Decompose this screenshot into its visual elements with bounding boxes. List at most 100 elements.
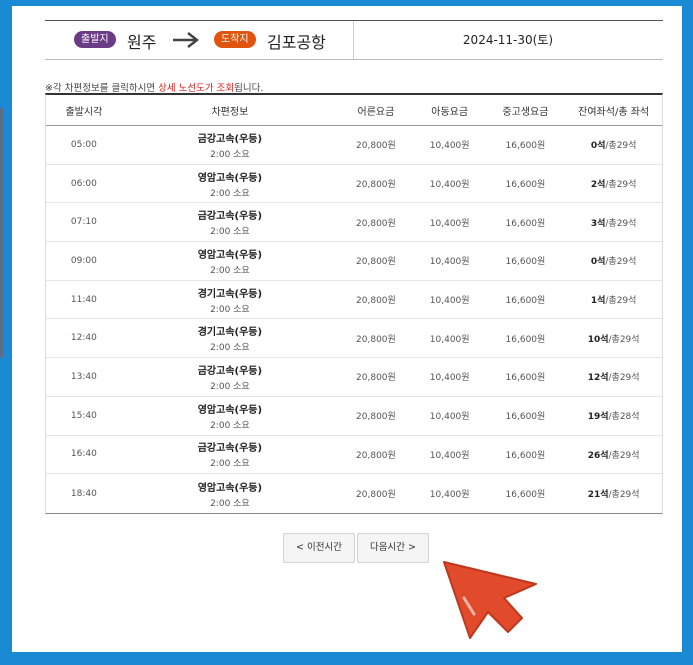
- row-teen-fare: 16,600원: [505, 141, 546, 152]
- row-bus-info[interactable]: 영암고속(우등) 2:00 소요: [122, 401, 338, 431]
- seats-total: /총28석: [608, 412, 640, 423]
- row-adult-fare: 20,800원: [356, 180, 396, 191]
- seats-total: /총29석: [608, 334, 640, 345]
- header-adult-fare: 어른요금: [357, 106, 395, 118]
- row-bus-info[interactable]: 영암고속(우등) 2:00 소요: [122, 246, 338, 276]
- timetable-panel: 출발지 원주 도착지 김포공항 2024-11-30(토) ※각 차편정보를 클…: [12, 6, 682, 652]
- row-child-fare: 10,400원: [429, 218, 470, 229]
- header-bus-info: 차편정보: [211, 106, 249, 118]
- table-row[interactable]: 16:40 금강고속(우등) 2:00 소요 20,800원 10,400원 16…: [46, 436, 662, 475]
- row-bus-info[interactable]: 경기고속(우등) 2:00 소요: [122, 285, 338, 315]
- departure-city: 원주: [127, 33, 157, 52]
- trip-duration: 2:00 소요: [210, 149, 250, 160]
- trip-duration: 2:00 소요: [210, 459, 250, 470]
- seats-left: 0석: [590, 141, 606, 152]
- table-row[interactable]: 12:40 경기고속(우등) 2:00 소요 20,800원 10,400원 16…: [46, 319, 662, 359]
- row-teen-fare: 16,600원: [505, 334, 546, 345]
- row-time: 12:40: [70, 333, 97, 344]
- bus-company: 금강고속(우등): [197, 443, 263, 455]
- row-time: 18:40: [70, 488, 97, 499]
- trip-duration: 2:00 소요: [210, 188, 250, 199]
- row-child-fare: 10,400원: [429, 450, 470, 461]
- bus-company: 영암고속(우등): [197, 172, 263, 184]
- row-time: 16:40: [70, 449, 97, 460]
- row-seats: 19석/총28석: [565, 409, 662, 422]
- row-bus-info[interactable]: 금강고속(우등) 2:00 소요: [122, 362, 338, 392]
- seats-left: 0석: [590, 257, 606, 268]
- seats-left: 19석: [587, 412, 609, 423]
- row-teen-fare: 16,600원: [505, 490, 546, 501]
- row-bus-info[interactable]: 금강고속(우등) 2:00 소요: [122, 130, 338, 160]
- bus-company: 영암고속(우등): [197, 482, 263, 494]
- table-row[interactable]: 15:40 영암고속(우등) 2:00 소요 20,800원 10,400원 16…: [46, 397, 662, 436]
- row-teen-fare: 16,600원: [505, 257, 546, 268]
- row-time: 11:40: [70, 294, 97, 305]
- row-adult-fare: 20,800원: [356, 412, 396, 423]
- row-teen-fare: 16,600원: [505, 218, 546, 229]
- row-bus-info[interactable]: 금강고속(우등) 2:00 소요: [122, 207, 338, 237]
- row-time: 05:00: [70, 139, 97, 150]
- row-adult-fare: 20,800원: [356, 373, 396, 384]
- table-row[interactable]: 07:10 금강고속(우등) 2:00 소요 20,800원 10,400원 16…: [46, 203, 662, 243]
- seats-total: /총29석: [605, 257, 637, 268]
- bus-company: 영암고속(우등): [197, 249, 263, 261]
- row-bus-info[interactable]: 영암고속(우등) 2:00 소요: [122, 169, 338, 199]
- row-seats: 3석/총29석: [565, 216, 662, 229]
- trip-duration: 2:00 소요: [210, 498, 250, 509]
- table-row[interactable]: 05:00 금강고속(우등) 2:00 소요 20,800원 10,400원 16…: [46, 126, 662, 165]
- row-seats: 2석/총29석: [565, 177, 662, 190]
- bus-company: 경기고속(우등): [197, 288, 263, 300]
- row-child-fare: 10,400원: [429, 257, 470, 268]
- table-header: 출발시각 차편정보 어른요금 아동요금 중고생요금 잔여좌석/총 좌석: [46, 95, 662, 126]
- row-seats: 10석/총29석: [565, 332, 662, 345]
- row-seats: 0석/총29석: [565, 138, 662, 151]
- row-bus-info[interactable]: 금강고속(우등) 2:00 소요: [122, 439, 338, 469]
- row-seats: 12석/총29석: [565, 370, 662, 383]
- row-time: 09:00: [70, 255, 97, 266]
- trip-duration: 2:00 소요: [210, 265, 250, 276]
- notice-text: ※각 차편정보를 클릭하시면 상세 노선도가 조회됩니다.: [45, 80, 263, 94]
- row-seats: 1석/총29석: [565, 293, 662, 306]
- row-bus-info[interactable]: 경기고속(우등) 2:00 소요: [122, 323, 338, 353]
- next-time-button[interactable]: 다음시간 >: [357, 533, 429, 563]
- trip-duration: 2:00 소요: [210, 343, 250, 354]
- row-time: 06:00: [70, 178, 97, 189]
- table-row[interactable]: 18:40 영암고속(우등) 2:00 소요 20,800원 10,400원 16…: [46, 474, 662, 513]
- travel-date: 2024-11-30(토): [462, 33, 554, 47]
- seats-left: 3석: [590, 218, 606, 229]
- bus-company: 영암고속(우등): [197, 404, 263, 416]
- row-teen-fare: 16,600원: [505, 373, 546, 384]
- seats-total: /총29석: [605, 141, 637, 152]
- row-bus-info[interactable]: 영암고속(우등) 2:00 소요: [122, 479, 338, 509]
- trip-duration: 2:00 소요: [210, 304, 250, 315]
- header-teen-fare: 중고생요금: [502, 106, 549, 118]
- row-teen-fare: 16,600원: [505, 296, 546, 307]
- left-edge-strip: [0, 108, 3, 358]
- table-row[interactable]: 06:00 영암고속(우등) 2:00 소요 20,800원 10,400원 16…: [46, 165, 662, 204]
- row-child-fare: 10,400원: [429, 412, 470, 423]
- route-summary: 출발지 원주 도착지 김포공항 2024-11-30(토): [45, 20, 663, 60]
- row-adult-fare: 20,800원: [356, 334, 396, 345]
- row-teen-fare: 16,600원: [505, 180, 546, 191]
- prev-time-button[interactable]: < 이전시간: [283, 533, 355, 563]
- row-child-fare: 10,400원: [429, 141, 470, 152]
- seats-total: /총29석: [608, 490, 640, 501]
- trip-duration: 2:00 소요: [210, 227, 250, 238]
- seats-left: 26석: [587, 450, 609, 461]
- arrival-city: 김포공항: [267, 33, 326, 52]
- row-teen-fare: 16,600원: [505, 450, 546, 461]
- table-row[interactable]: 09:00 영암고속(우등) 2:00 소요 20,800원 10,400원 16…: [46, 242, 662, 281]
- table-row[interactable]: 13:40 금강고속(우등) 2:00 소요 20,800원 10,400원 16…: [46, 358, 662, 397]
- schedule-table: 출발시각 차편정보 어른요금 아동요금 중고생요금 잔여좌석/총 좌석 05:0…: [45, 93, 663, 514]
- trip-duration: 2:00 소요: [210, 381, 250, 392]
- header-departure-time: 출발시각: [65, 106, 103, 118]
- row-teen-fare: 16,600원: [505, 412, 546, 423]
- row-adult-fare: 20,800원: [356, 141, 396, 152]
- row-child-fare: 10,400원: [429, 180, 470, 191]
- bus-company: 금강고속(우등): [197, 365, 263, 377]
- seats-left: 10석: [587, 334, 609, 345]
- row-seats: 21석/총29석: [565, 487, 662, 500]
- bus-company: 금강고속(우등): [197, 133, 263, 145]
- row-time: 15:40: [70, 410, 97, 421]
- table-row[interactable]: 11:40 경기고속(우등) 2:00 소요 20,800원 10,400원 16…: [46, 281, 662, 320]
